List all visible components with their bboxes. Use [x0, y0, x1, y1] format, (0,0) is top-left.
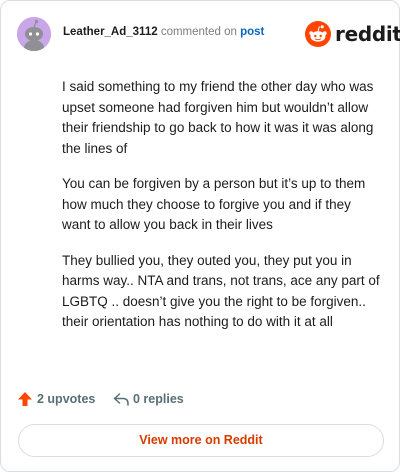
comment-paragraph: I said something to my friend the other …	[62, 79, 374, 156]
comment-meta: Leather_Ad_3112 commented on post	[63, 26, 264, 38]
comment-body: I said something to my friend the other …	[62, 77, 380, 348]
comment-paragraph: You can be forgiven by a person but it’s…	[62, 176, 366, 232]
comment-header: Leather_Ad_3112 commented on post reddit	[17, 17, 400, 51]
upvote-arrow-icon	[18, 392, 32, 406]
action-text: commented on	[160, 26, 237, 38]
reddit-logo[interactable]: reddit	[305, 21, 400, 47]
reply-count: 0 replies	[133, 392, 184, 406]
view-more-button[interactable]: View more on Reddit	[18, 424, 384, 457]
reply-arrow-icon	[113, 393, 129, 406]
snoo-avatar-icon	[17, 17, 51, 51]
user-avatar[interactable]	[17, 17, 51, 51]
comment-embed-card: Leather_Ad_3112 commented on post reddit…	[0, 0, 400, 472]
reddit-wordmark: reddit	[335, 22, 400, 46]
comment-paragraph: They bullied you, they outed you, they p…	[62, 252, 380, 330]
reddit-snoo-icon	[305, 21, 331, 47]
post-link[interactable]: post	[240, 26, 264, 38]
upvote-count: 2 upvotes	[37, 392, 96, 406]
username-link[interactable]: Leather_Ad_3112	[63, 26, 158, 38]
